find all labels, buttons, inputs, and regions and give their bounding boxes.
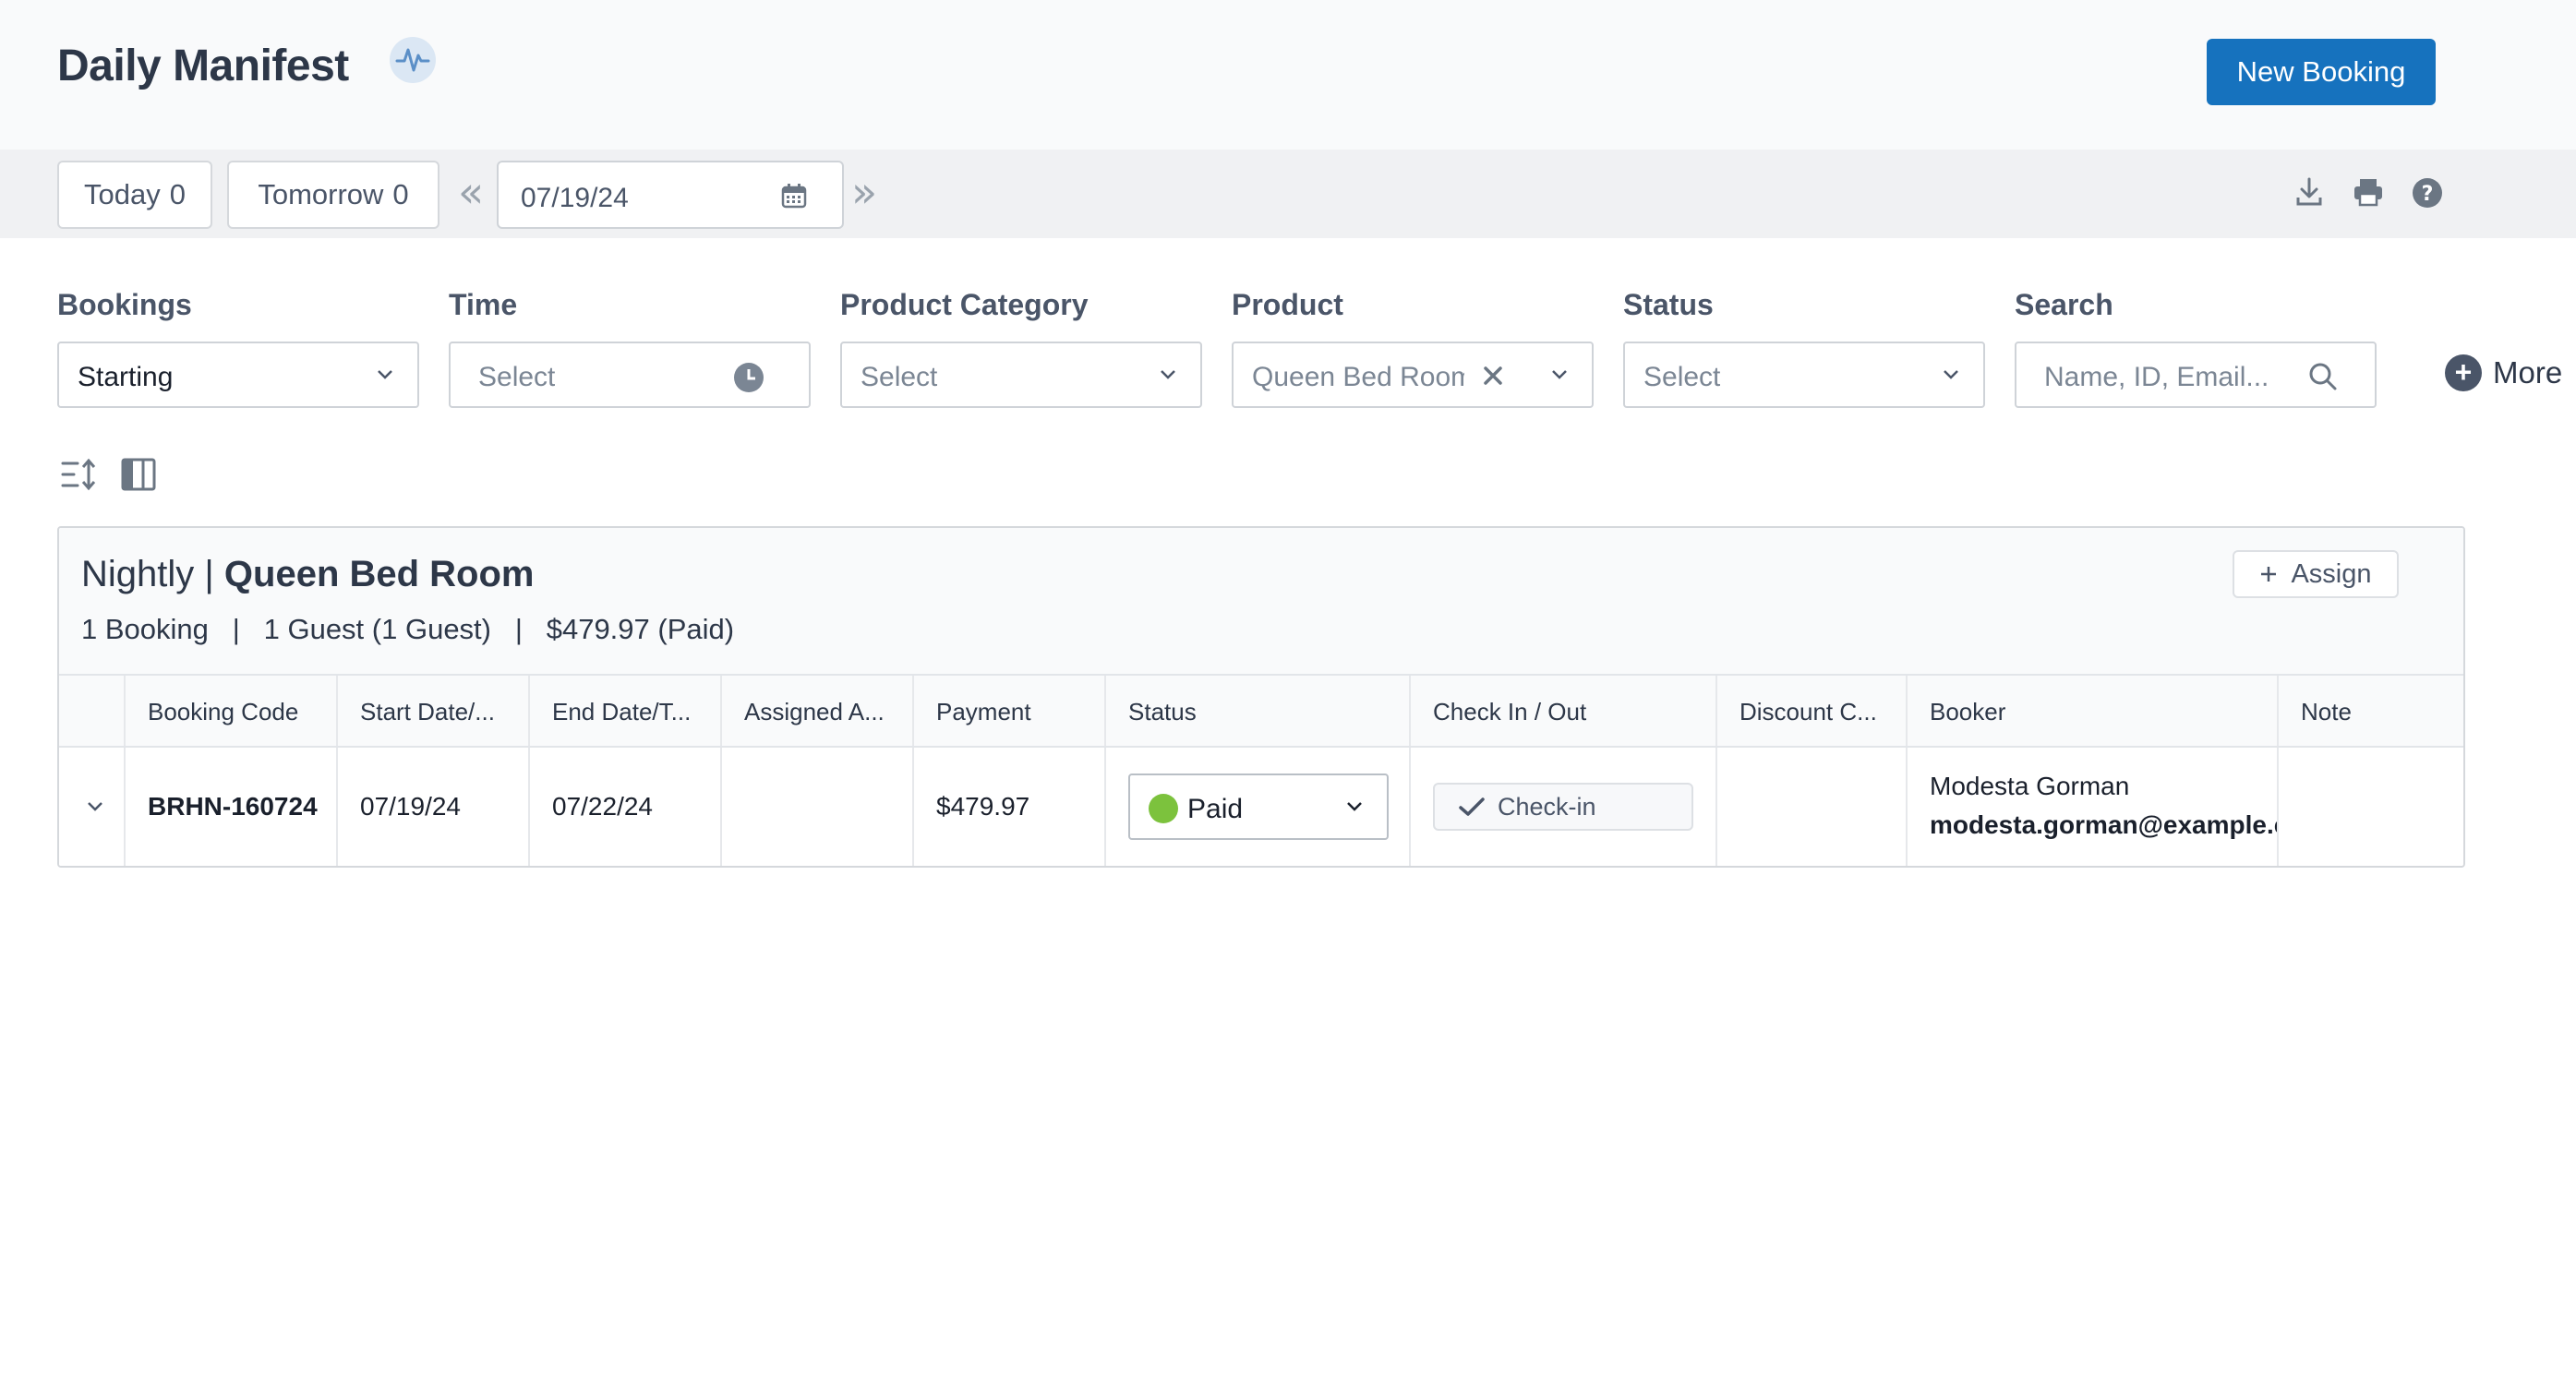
- search-icon: [2309, 363, 2337, 390]
- product-category-placeholder: Select: [861, 362, 938, 392]
- discount-cell: [1715, 748, 1906, 866]
- chevron-down-icon: [1552, 370, 1567, 379]
- status-filter-select[interactable]: Select: [1623, 342, 1985, 408]
- panel-header: Nightly | Queen Bed Room 1 Booking | 1 G…: [59, 528, 2463, 674]
- next-date-icon[interactable]: »: [851, 171, 877, 213]
- plus-icon: +: [2445, 354, 2482, 391]
- check-in-button[interactable]: Check-in: [1433, 783, 1693, 831]
- chevron-down-icon[interactable]: [87, 801, 103, 812]
- prev-date-icon[interactable]: «: [458, 171, 484, 213]
- column-header[interactable]: Discount C...: [1715, 676, 1906, 746]
- chevron-down-icon: [378, 370, 392, 379]
- chevron-down-icon: [1944, 370, 1958, 379]
- time-filter-select[interactable]: Select: [449, 342, 811, 408]
- expand-cell[interactable]: [59, 748, 124, 866]
- date-value: 07/19/24: [521, 183, 629, 213]
- booker-email[interactable]: modesta.gorman@example.com: [1930, 810, 2277, 840]
- checkin-cell: Check-in: [1409, 748, 1715, 866]
- assign-button[interactable]: Assign: [2233, 550, 2399, 598]
- help-icon[interactable]: ?: [2412, 177, 2443, 209]
- chevron-down-icon: [1347, 802, 1362, 811]
- panel-title: Nightly | Queen Bed Room: [81, 554, 535, 595]
- svg-text:?: ?: [2422, 183, 2434, 206]
- chevron-down-icon: [1161, 370, 1175, 379]
- search-input[interactable]: Name, ID, Email...: [2015, 342, 2377, 408]
- column-header[interactable]: End Date/T...: [528, 676, 720, 746]
- product-filter-label: Product: [1232, 288, 1343, 321]
- column-header[interactable]: Booker: [1906, 676, 2277, 746]
- start-date-cell: 07/19/24: [336, 748, 528, 866]
- end-date-cell: 07/22/24: [528, 748, 720, 866]
- product-category-filter-select[interactable]: Select: [840, 342, 1202, 408]
- clear-icon[interactable]: [1483, 366, 1503, 386]
- check-icon: [1459, 797, 1485, 816]
- columns-icon[interactable]: [120, 456, 157, 493]
- search-placeholder: Name, ID, Email...: [2044, 362, 2269, 392]
- today-button[interactable]: Today 0: [57, 161, 212, 229]
- new-booking-button[interactable]: New Booking: [2207, 39, 2436, 105]
- date-picker[interactable]: 07/19/24: [497, 161, 844, 229]
- product-filter-value: Queen Bed Room: [1252, 362, 1464, 392]
- time-filter-label: Time: [449, 288, 518, 321]
- check-in-label: Check-in: [1498, 792, 1596, 821]
- page-header: Daily Manifest New Booking: [0, 0, 2576, 150]
- assigned-cell: [720, 748, 912, 866]
- today-label: Today: [84, 178, 161, 210]
- product-group-panel: Nightly | Queen Bed Room 1 Booking | 1 G…: [57, 526, 2465, 868]
- bookings-filter-label: Bookings: [57, 288, 192, 321]
- status-value: Paid: [1187, 794, 1244, 824]
- rate-type: Nightly |: [81, 554, 214, 594]
- download-icon[interactable]: [2295, 177, 2323, 207]
- column-header[interactable]: Assigned A...: [720, 676, 912, 746]
- column-header[interactable]: Booking Code: [124, 676, 336, 746]
- expand-column-header: [59, 676, 124, 746]
- date-toolbar: Today 0 Tomorrow 0 « 07/19/24 » ?: [0, 150, 2576, 238]
- product-filter-select[interactable]: Queen Bed Room: [1232, 342, 1594, 408]
- status-filter-label: Status: [1623, 288, 1714, 321]
- tomorrow-count: 0: [392, 178, 409, 210]
- booking-code-cell[interactable]: BRHN-160724: [124, 748, 336, 866]
- page-title: Daily Manifest: [57, 42, 349, 90]
- pulse-icon[interactable]: [390, 37, 436, 83]
- booker-cell: Modesta Gorman modesta.gorman@example.co…: [1906, 748, 2277, 866]
- table-row[interactable]: BRHN-160724 07/19/24 07/22/24 $479.97 Pa…: [59, 748, 2463, 866]
- today-count: 0: [169, 178, 186, 210]
- sort-icon[interactable]: [61, 456, 98, 493]
- column-header[interactable]: Check In / Out: [1409, 676, 1715, 746]
- column-header[interactable]: Start Date/...: [336, 676, 528, 746]
- clock-icon: [734, 363, 764, 392]
- status-select[interactable]: Paid: [1128, 773, 1389, 840]
- tomorrow-button[interactable]: Tomorrow 0: [227, 161, 439, 229]
- panel-summary: 1 Booking | 1 Guest (1 Guest) | $479.97 …: [81, 613, 735, 645]
- tomorrow-label: Tomorrow: [258, 178, 384, 210]
- more-filters-button[interactable]: + More: [2445, 354, 2562, 391]
- column-header[interactable]: Status: [1104, 676, 1409, 746]
- calendar-icon: [781, 184, 807, 209]
- paid-status-dot: [1149, 794, 1178, 823]
- status-filter-placeholder: Select: [1643, 362, 1721, 392]
- product-category-filter-label: Product Category: [840, 288, 1089, 321]
- search-filter-label: Search: [2015, 288, 2113, 321]
- note-cell: [2277, 748, 2463, 866]
- plus-icon: [2261, 567, 2277, 582]
- payment-cell: $479.97: [912, 748, 1104, 866]
- column-header[interactable]: Note: [2277, 676, 2463, 746]
- bookings-filter-select[interactable]: Starting: [57, 342, 419, 408]
- assign-label: Assign: [2291, 558, 2372, 589]
- time-filter-placeholder: Select: [478, 362, 556, 392]
- status-cell: Paid: [1104, 748, 1409, 866]
- table-header: Booking Code Start Date/... End Date/T..…: [59, 674, 2463, 748]
- bookings-filter-value: Starting: [78, 362, 174, 392]
- product-name: Queen Bed Room: [223, 554, 535, 594]
- booker-name: Modesta Gorman: [1930, 772, 2130, 800]
- more-filters-label: More: [2493, 355, 2563, 390]
- print-icon[interactable]: [2353, 177, 2384, 207]
- column-header[interactable]: Payment: [912, 676, 1104, 746]
